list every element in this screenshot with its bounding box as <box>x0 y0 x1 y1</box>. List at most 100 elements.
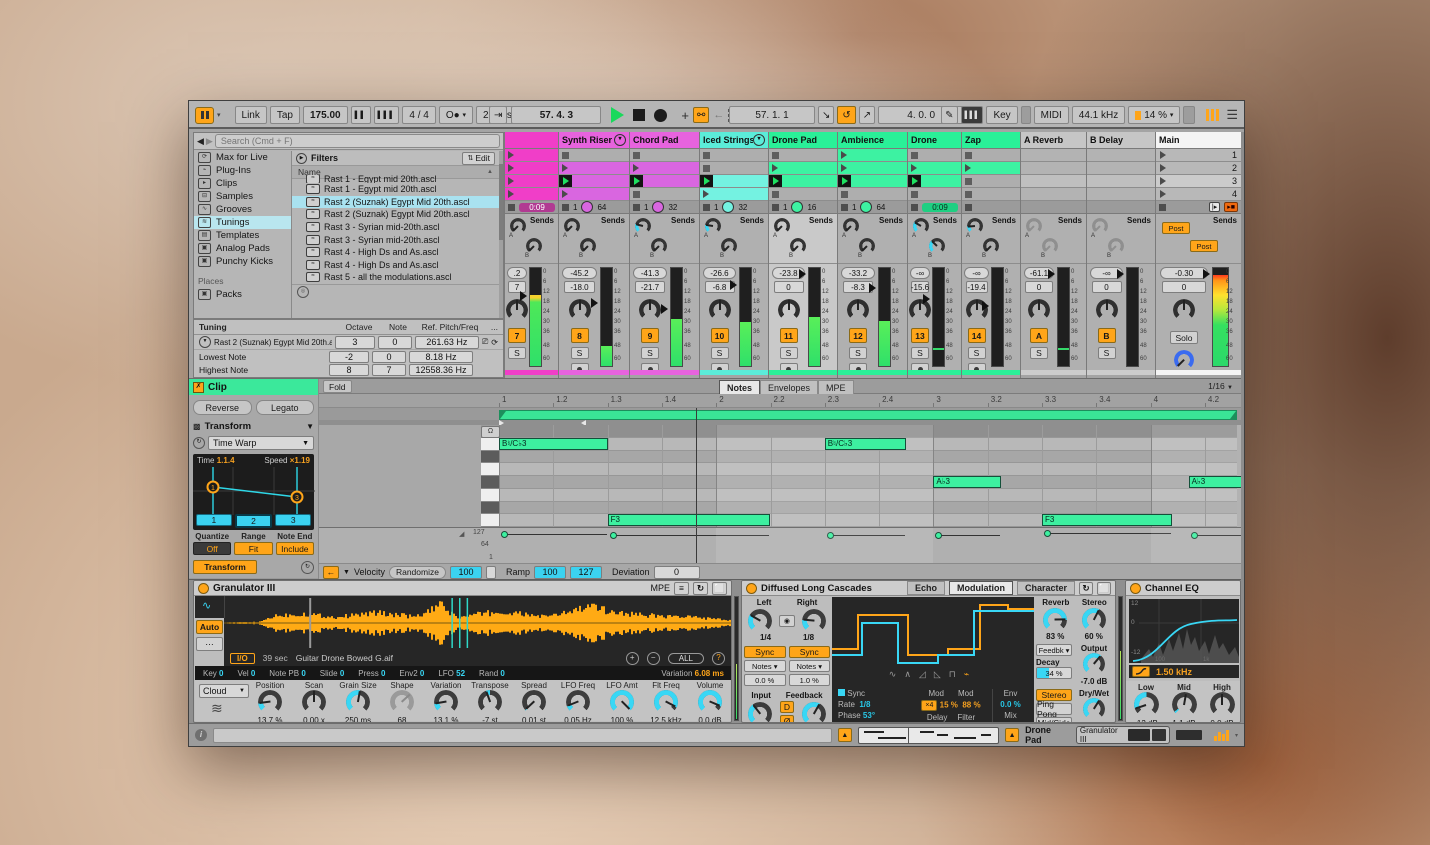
cue-volume-knob[interactable] <box>1174 350 1194 370</box>
volume-field[interactable]: 0 <box>1025 281 1053 293</box>
solo-button[interactable]: S <box>508 347 526 359</box>
clip-slot[interactable] <box>908 188 961 201</box>
knob-value[interactable]: 0.01 st <box>511 716 557 723</box>
mid-gain-knob[interactable] <box>1172 692 1197 717</box>
send-a-knob[interactable] <box>913 218 929 234</box>
meter-menu-chevron[interactable]: ▾ <box>1235 732 1238 739</box>
track-header[interactable]: Drone Pad <box>769 132 837 149</box>
lfo-amt-knob[interactable] <box>610 690 634 714</box>
eq-title[interactable]: Channel EQ <box>1145 583 1199 594</box>
tab-envelopes[interactable]: Envelopes <box>760 380 818 395</box>
track-stop-button[interactable] <box>772 204 779 211</box>
modulation-display[interactable]: ∿∧◿◺⊓⌁ Sync Rate 1/8 Phase 53° ModMod ×4… <box>832 597 1034 723</box>
knob-value[interactable]: 0.00 x <box>291 716 337 723</box>
save-preset-icon[interactable]: ⬜ <box>712 582 727 595</box>
randomize-button[interactable]: Randomize <box>389 566 446 579</box>
clip-stop-square[interactable] <box>772 191 779 198</box>
zoom-in-icon[interactable]: + <box>626 652 639 665</box>
midi-note[interactable]: B♮/C♭3 <box>825 438 906 450</box>
browser-back-button[interactable]: ◀ <box>197 136 204 147</box>
loop-button[interactable]: ↺ <box>837 106 855 124</box>
lowest-freq-field[interactable]: 8.18 Hz <box>409 351 473 363</box>
volume-field[interactable]: 0 <box>1162 281 1206 293</box>
clip-stop-square[interactable] <box>772 152 779 159</box>
clip-slot[interactable] <box>962 162 1020 175</box>
piano-key[interactable] <box>481 514 499 527</box>
nudge-down-button[interactable]: ▌▌ <box>351 106 371 124</box>
scene-launch-icon[interactable] <box>1160 190 1166 198</box>
ramp-from-field[interactable]: 100 <box>534 566 566 579</box>
lowest-note-field[interactable]: 0 <box>372 351 406 363</box>
clip-slot[interactable] <box>908 149 961 162</box>
clip-play-icon[interactable] <box>841 164 847 172</box>
file-row[interactable]: ≈Rast 4 - High Ds and As.ascl <box>292 246 499 259</box>
sidebar-item-analog-pads[interactable]: ▣Analog Pads <box>194 242 291 255</box>
clip-stop-square[interactable] <box>562 152 569 159</box>
track-activator-button[interactable]: 12 <box>849 328 867 343</box>
peak-level-field[interactable]: .2 <box>507 267 527 279</box>
clip-play-icon[interactable] <box>508 190 514 198</box>
stereo-link-button[interactable]: ◉ <box>779 615 795 627</box>
sidebar-item-tunings[interactable]: ≋Tunings <box>194 216 291 229</box>
clip-slot[interactable] <box>838 175 907 188</box>
clip-slot[interactable] <box>630 162 699 175</box>
lowest-octave-field[interactable]: -2 <box>329 351 369 363</box>
clip-slot[interactable] <box>1021 175 1086 188</box>
punch-out-button[interactable]: ↗ <box>859 106 875 124</box>
track-unfold-icon[interactable]: ▾ <box>753 134 765 146</box>
tab-echo[interactable]: Echo <box>907 581 945 595</box>
volume-field[interactable]: 0 <box>774 281 804 293</box>
computer-midi-keyboard-button[interactable]: ▌▌▌ <box>961 106 984 124</box>
window-scrollbar[interactable] <box>1241 132 1244 723</box>
volume-field[interactable]: -19.4 <box>966 281 988 293</box>
track-header[interactable] <box>505 132 558 149</box>
clip-play-icon[interactable] <box>772 164 778 172</box>
link-button[interactable]: Link <box>235 106 267 124</box>
send-b-knob[interactable] <box>651 238 667 254</box>
velocity-marker[interactable] <box>1044 530 1051 537</box>
clip-slot[interactable] <box>700 149 768 162</box>
solo-button[interactable]: S <box>711 347 729 359</box>
send-a-knob[interactable] <box>1092 218 1108 234</box>
track-stop-button[interactable] <box>703 204 710 211</box>
file-row[interactable]: ≈Rast 4 - High Ds and As.ascl <box>292 259 499 272</box>
clip-play-icon[interactable] <box>508 151 514 159</box>
high-gain-knob[interactable] <box>1210 692 1235 717</box>
clip-slot[interactable] <box>630 188 699 201</box>
volume-fader-handle[interactable] <box>1117 269 1124 279</box>
highest-note-field[interactable]: 7 <box>372 364 406 376</box>
tab-character[interactable]: Character <box>1017 581 1075 595</box>
loop-region-bar[interactable] <box>499 410 1237 420</box>
clip-slot[interactable] <box>908 175 961 188</box>
highest-freq-field[interactable]: 12558.36 Hz <box>409 364 473 376</box>
key-map-button[interactable]: Key <box>986 106 1017 124</box>
stereo-width-knob[interactable] <box>1082 608 1106 632</box>
re-enable-automation-button[interactable]: ← <box>713 109 724 121</box>
mod-sync-checkbox[interactable] <box>838 689 845 696</box>
variation-readout[interactable]: Variation 6.08 ms <box>661 669 724 678</box>
note-end-value-button[interactable]: Include <box>276 542 314 555</box>
track-header[interactable]: Iced Strings▾ <box>700 132 768 149</box>
playing-clip-button[interactable] <box>908 175 921 187</box>
volume-fader-handle[interactable] <box>982 301 989 311</box>
sidebar-item-grooves[interactable]: ∿Grooves <box>194 203 291 216</box>
tap-tempo-button[interactable]: Tap <box>270 106 300 124</box>
add-locator-button[interactable]: + <box>681 108 689 123</box>
track-activator-button[interactable]: B <box>1098 328 1116 343</box>
shape-knob[interactable] <box>390 690 414 714</box>
transpose-knob[interactable] <box>478 690 502 714</box>
lfo-shape-3[interactable]: ◺ <box>934 669 949 679</box>
clip-slot[interactable] <box>769 149 837 162</box>
send-a-knob[interactable] <box>635 218 651 234</box>
stop-button[interactable] <box>633 109 645 121</box>
knob-value[interactable]: 0.0 dB <box>687 716 732 723</box>
tab-modulation[interactable]: Modulation <box>949 581 1013 595</box>
piano-key[interactable] <box>481 463 499 476</box>
pan-knob[interactable] <box>778 299 800 321</box>
velocity-marker[interactable] <box>610 532 617 539</box>
clip-stop-square[interactable] <box>911 152 918 159</box>
knob-value[interactable]: 250 ms <box>335 716 381 723</box>
note-grid[interactable]: ΩB♮/C♭3F3B♮/C♭3A♭3F3A♭3 <box>319 425 1241 527</box>
echo-right-value[interactable]: 1/8 <box>803 633 814 642</box>
mpe-param-vel[interactable]: Vel 0 <box>237 669 255 678</box>
